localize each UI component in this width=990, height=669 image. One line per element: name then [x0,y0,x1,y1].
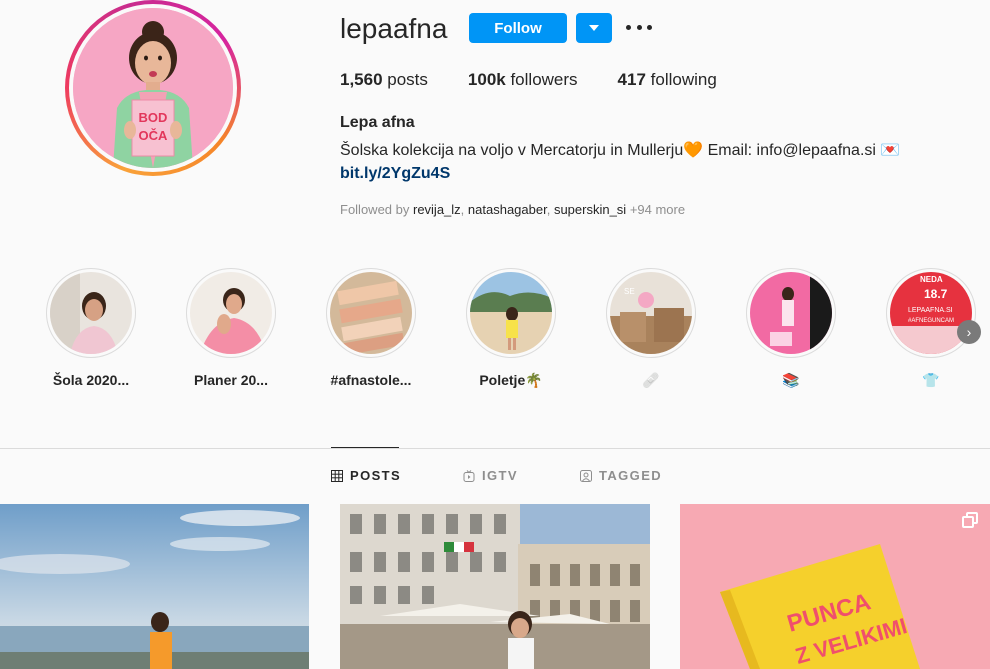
tab-tagged-label: TAGGED [599,468,663,483]
highlight-label: 📚 [782,372,800,388]
post-thumbnail[interactable] [0,504,309,669]
highlight-cover-image [470,272,552,354]
followed-by[interactable]: Followed by revija_lz, natashagaber, sup… [340,202,685,217]
posts-count-value: 1,560 [340,70,383,89]
followers-link[interactable]: 100k followers [468,70,578,90]
profile-stats: 1,560 posts 100k followers 417 following [340,70,757,90]
highlight-label: Planer 20... [194,372,268,388]
highlight-item[interactable]: Šola 2020... [31,268,151,388]
profile-full-name: Lepa afna [340,114,415,131]
highlight-cover [326,268,416,358]
highlight-cover-text: SE [624,287,635,296]
chevron-down-icon [589,25,599,31]
highlight-cover-image [330,272,412,354]
highlight-item[interactable]: #afnastole... [311,268,431,388]
posts-count-label: posts [382,70,428,89]
highlight-cover-image [190,272,272,354]
igtv-icon [463,469,475,482]
followed-by-more: +94 more [626,202,686,217]
highlight-cover [466,268,556,358]
chevron-right-icon[interactable]: › [957,320,981,344]
highlight-cover-text: #AFNEGUNCAM [908,318,954,324]
grid-icon [331,469,343,482]
highlight-item[interactable]: 📚 [731,268,851,389]
profile-bio: Šolska kolekcija na voljo v Mercatorju i… [340,142,901,159]
tab-posts-label: POSTS [350,468,402,483]
tab-posts[interactable]: POSTS [331,468,401,483]
profile-tabs: POSTS IGTV TAGGED [0,468,990,488]
post-thumbnail[interactable]: PUNCA Z VELIKIMI [680,504,990,669]
suggested-accounts-dropdown-button[interactable] [576,13,612,43]
highlight-cover: NEDA 18.7 LEPAAFNA.SI #AFNEGUNCAM [886,268,976,358]
highlight-cover-image: SE [610,272,692,354]
highlight-label: Šola 2020... [52,372,130,388]
highlight-cover-image: NEDA 18.7 LEPAAFNA.SI #AFNEGUNCAM [890,272,972,354]
follow-button[interactable]: Follow [469,13,567,43]
post-image: PUNCA Z VELIKIMI [680,504,990,669]
tagged-icon [580,469,592,482]
more-options-icon[interactable] [626,16,652,38]
followers-count-label: followers [505,70,578,89]
post-thumbnail[interactable] [340,504,650,669]
highlight-label: 🩹 [642,372,660,388]
post-image [340,504,650,669]
highlight-label: 👕 [922,372,940,388]
highlight-cover [186,268,276,358]
highlight-cover: SE [606,268,696,358]
tab-igtv[interactable]: IGTV [463,468,518,483]
followed-by-user[interactable]: superskin_si [554,202,626,217]
tab-tagged[interactable]: TAGGED [580,468,662,483]
followers-count-value: 100k [467,70,506,89]
highlight-label: #afnastole... [330,372,412,388]
highlight-item[interactable]: Planer 20... [171,268,291,388]
multiple-images-icon [962,512,978,528]
tab-igtv-label: IGTV [482,468,518,483]
active-tab-indicator [331,447,399,448]
highlight-cover-text: 18.7 [924,287,948,301]
highlight-item[interactable]: Poletje🌴 [451,268,571,389]
highlight-cover-text: NEDA [920,275,943,284]
avatar-sign-text: BOD [139,110,168,125]
profile-avatar[interactable]: BOD OČA [65,0,241,176]
followed-by-user[interactable]: natashagaber [468,202,547,217]
followed-by-user[interactable]: revija_lz [413,202,461,217]
avatar-gap: BOD OČA [69,4,237,172]
highlight-cover [46,268,136,358]
tabs-divider [0,448,990,449]
avatar-photo: BOD OČA [73,8,233,168]
profile-external-link[interactable]: bit.ly/2YgZu4S [340,165,450,183]
following-count-label: following [645,70,717,89]
highlight-cover-image [750,272,832,354]
followed-by-prefix: Followed by [340,202,413,217]
highlight-cover [746,268,836,358]
avatar-sign-text-2: OČA [139,128,169,143]
post-image [0,504,309,669]
profile-username: lepaafna [340,13,448,44]
following-count-value: 417 [617,70,646,89]
highlight-cover-image [50,272,132,354]
following-link[interactable]: 417 following [618,70,717,90]
posts-count: 1,560 posts [340,70,428,90]
highlight-cover-text: LEPAAFNA.SI [908,307,953,314]
highlight-item[interactable]: SE 🩹 [591,268,711,389]
story-highlights: Šola 2020... Planer 20... #afnastole... … [0,268,990,398]
avatar-illustration: BOD OČA [73,8,233,168]
highlight-label: Poletje🌴 [479,372,543,388]
